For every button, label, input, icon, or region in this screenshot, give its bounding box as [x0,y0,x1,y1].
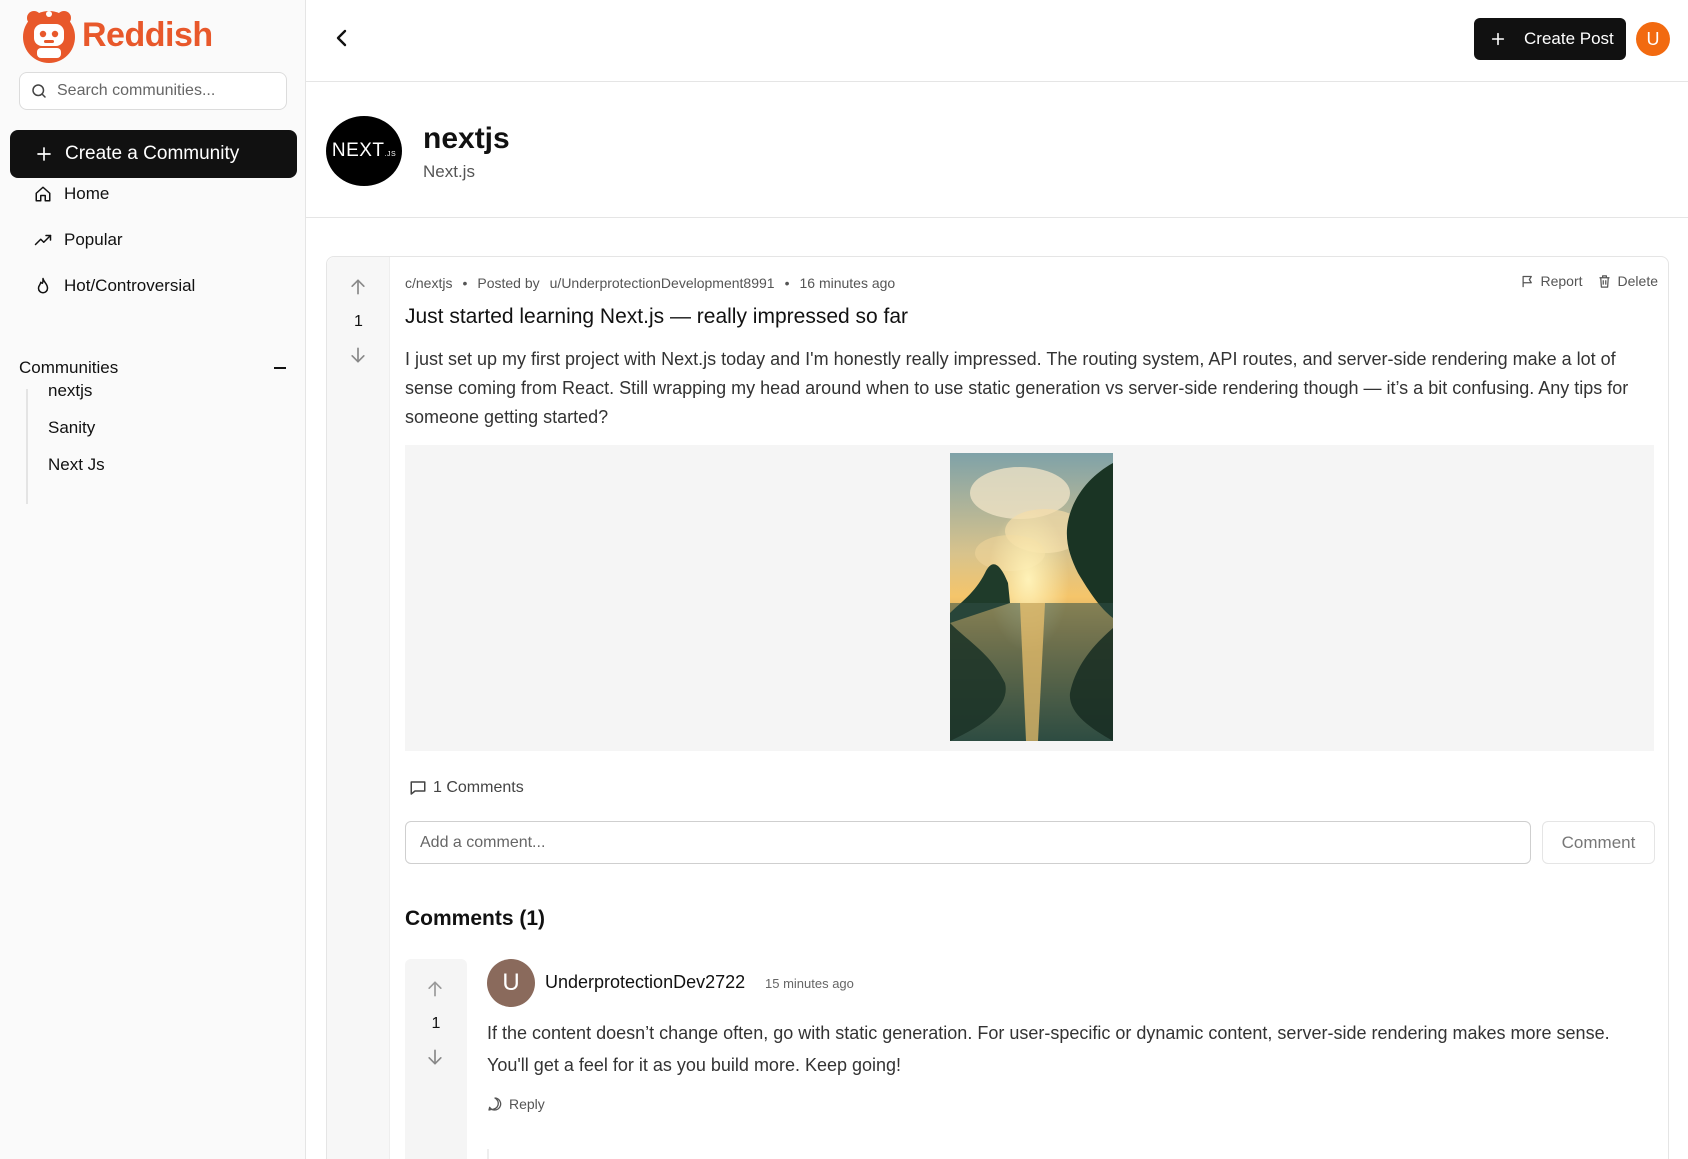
reply-label: Reply [509,1096,545,1112]
post-body: I just set up my first project with Next… [405,349,1629,427]
comment-item: 1 U UnderprotectionDev2722 15 minutes ag… [405,959,1655,1159]
trending-icon [34,231,52,249]
post-title: Just started learning Next.js — really i… [405,305,909,328]
community-avatar: NEXT .JS [326,116,402,186]
nav-item-label: Popular [64,230,123,249]
communities-heading: Communities [19,358,119,377]
home-icon [34,185,52,203]
post-vote-count: 1 [354,313,363,330]
comment-bubble-icon [409,779,427,797]
post-vote-column: 1 [327,257,390,1159]
post-image-container [405,445,1654,751]
community-header: NEXT .JS nextjs Next.js [306,82,1688,218]
nav-item-label: Home [64,184,110,203]
user-avatar[interactable]: U [1636,22,1670,56]
plus-icon [1490,31,1506,47]
community-link-nextjs[interactable]: nextjs [48,381,92,401]
search-icon [30,82,48,100]
brand-logo[interactable]: Reddish [20,6,213,64]
nav-item-label: Hot/Controversial [64,276,196,295]
upvote-arrow-icon[interactable] [348,277,368,297]
community-search[interactable] [19,72,287,110]
comment-input[interactable] [405,821,1531,864]
nav-item-home[interactable]: Home [34,184,109,204]
post-image[interactable] [950,453,1113,741]
comment-text: If the content doesn’t change often, go … [487,1023,1610,1075]
communities-list-rail [26,389,28,504]
community-title: Next.js [423,162,475,181]
nav-item-popular[interactable]: Popular [34,230,123,250]
comments-count-label: 1 Comments [433,779,524,796]
community-logo-suffix: .JS [384,150,397,158]
post-author-link[interactable]: u/UnderprotectionDevelopment8991 [550,275,775,291]
delete-label: Delete [1617,273,1658,289]
search-input[interactable] [57,82,267,100]
communities-section-toggle[interactable]: Communities [19,358,287,378]
comments-count-button[interactable]: 1 Comments [409,779,524,797]
flag-icon [1520,274,1535,289]
comment-timestamp: 15 minutes ago [765,976,854,991]
community-link-sanity[interactable]: Sanity [48,418,95,438]
reply-button[interactable]: Reply [487,1096,545,1112]
delete-button[interactable]: Delete [1597,273,1658,289]
robot-logo-icon [20,6,78,64]
back-chevron-icon[interactable] [330,26,354,50]
upvote-arrow-icon[interactable] [425,979,445,999]
downvote-arrow-icon[interactable] [348,345,368,365]
create-post-label: Create Post [1524,29,1614,48]
downvote-arrow-icon[interactable] [425,1047,445,1067]
comment-vote-count: 1 [431,1015,441,1032]
post-card: 1 c/nextjs • Posted by u/Underprotection… [326,256,1669,1159]
post-actions: Report Delete [1520,273,1658,289]
report-label: Report [1540,273,1583,289]
comments-heading: Comments (1) [405,907,546,930]
comment-thread-line [487,1149,489,1159]
plus-icon [35,145,53,163]
comment-author-name[interactable]: UnderprotectionDev2722 [545,972,745,993]
community-link-next-js[interactable]: Next Js [48,455,105,475]
collapse-minus-icon[interactable] [273,361,287,375]
comment-submit-button[interactable]: Comment [1542,821,1655,864]
reply-bubble-icon [487,1096,503,1112]
post-timestamp: 16 minutes ago [799,275,896,291]
community-logo-text: NEXT [331,140,385,161]
community-name: nextjs [423,122,510,155]
create-community-button[interactable]: Create a Community [10,130,297,178]
trash-icon [1597,274,1612,289]
flame-icon [34,277,52,295]
meta-separator: • [784,275,790,291]
post-meta: c/nextjs • Posted by u/UnderprotectionDe… [405,275,895,291]
comment-author-avatar[interactable]: U [487,959,535,1007]
comment-vote-column: 1 [405,959,467,1159]
post-community-link[interactable]: c/nextjs [405,275,452,291]
nav-item-hot[interactable]: Hot/Controversial [34,276,195,296]
create-post-button[interactable]: Create Post [1474,18,1626,60]
create-community-label: Create a Community [65,143,240,164]
sidebar: Reddish Create a Community Home Popular … [0,0,306,1159]
posted-by-label: Posted by [477,275,540,291]
report-button[interactable]: Report [1520,273,1583,289]
meta-separator: • [462,275,468,291]
brand-name: Reddish [82,15,213,54]
